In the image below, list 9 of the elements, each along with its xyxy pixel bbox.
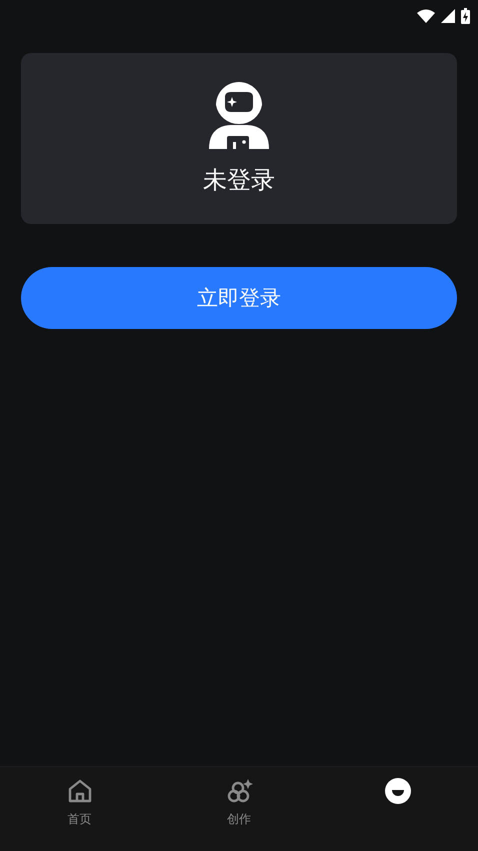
signal-icon <box>441 9 455 23</box>
wifi-icon <box>417 9 435 23</box>
smiley-icon <box>384 777 412 805</box>
astronaut-icon <box>209 82 269 150</box>
battery-icon <box>461 8 470 24</box>
login-status: 未登录 <box>203 164 275 196</box>
tab-item[interactable]: 创作 <box>159 767 319 851</box>
login-button[interactable]: 立即登录 <box>21 267 457 329</box>
tab-item[interactable]: 首页 <box>0 767 160 851</box>
